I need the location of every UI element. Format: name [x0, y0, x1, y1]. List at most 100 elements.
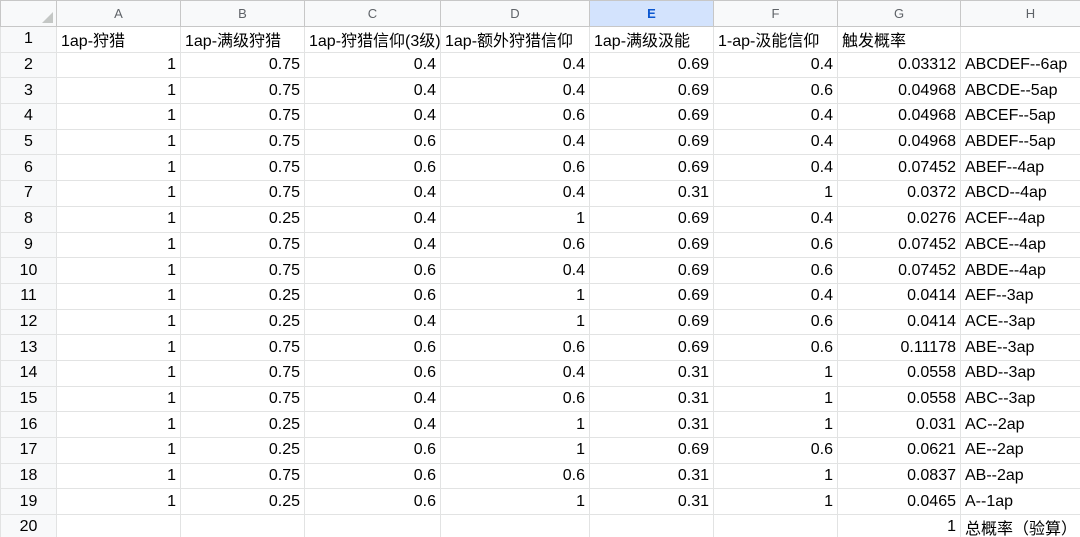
cell-e[interactable]: 0.69 — [589, 128, 714, 156]
cell-e[interactable]: 0.69 — [589, 51, 714, 79]
cell-h[interactable]: AE--2ap — [960, 437, 1080, 464]
cell-g[interactable]: 0.07452 — [837, 154, 961, 182]
cell-h[interactable]: ABE--3ap — [960, 334, 1080, 361]
cell-h[interactable]: AEF--3ap — [960, 282, 1080, 310]
cell-c[interactable]: 0.6 — [304, 488, 441, 516]
cell-d[interactable]: 0.6 — [440, 334, 590, 361]
cell-b[interactable]: 0.25 — [180, 308, 305, 336]
cell-g[interactable]: 0.11178 — [837, 334, 961, 361]
cell-g[interactable]: 0.0414 — [837, 282, 961, 310]
cell-h[interactable]: ACEF--4ap — [960, 205, 1080, 233]
column-header-c[interactable]: C — [304, 0, 441, 27]
cell-h[interactable]: A--1ap — [960, 488, 1080, 516]
cell-g[interactable]: 0.04968 — [837, 128, 961, 156]
cell-f[interactable]: 1 — [713, 180, 838, 207]
cell-g[interactable]: 1 — [837, 514, 961, 537]
cell-d[interactable]: 0.4 — [440, 77, 590, 105]
cell-c[interactable]: 1ap-狩猎信仰(3级) — [304, 26, 441, 53]
cell-a[interactable] — [56, 514, 181, 537]
cell-f[interactable]: 1 — [713, 462, 838, 490]
column-header-h[interactable]: H — [960, 0, 1080, 27]
cell-a[interactable]: 1 — [56, 308, 181, 336]
cell-a[interactable]: 1 — [56, 488, 181, 516]
cell-h[interactable]: ABDE--4ap — [960, 257, 1080, 284]
cell-b[interactable]: 0.25 — [180, 488, 305, 516]
cell-d[interactable]: 1 — [440, 282, 590, 310]
cell-a[interactable]: 1 — [56, 437, 181, 464]
cell-h[interactable]: AC--2ap — [960, 411, 1080, 438]
cell-f[interactable]: 0.4 — [713, 51, 838, 79]
cell-d[interactable] — [440, 514, 590, 537]
cell-g[interactable]: 0.03312 — [837, 51, 961, 79]
cell-b[interactable]: 0.75 — [180, 77, 305, 105]
cell-g[interactable]: 触发概率 — [837, 26, 961, 53]
cell-b[interactable]: 1ap-满级狩猎 — [180, 26, 305, 53]
cell-f[interactable]: 1 — [713, 488, 838, 516]
cell-d[interactable]: 1 — [440, 308, 590, 336]
cell-d[interactable]: 1 — [440, 205, 590, 233]
cell-h[interactable]: ABCDEF--6ap — [960, 51, 1080, 79]
row-header[interactable]: 2 — [0, 51, 57, 79]
cell-c[interactable]: 0.6 — [304, 462, 441, 490]
cell-d[interactable]: 1 — [440, 437, 590, 464]
row-header[interactable]: 19 — [0, 488, 57, 516]
cell-b[interactable]: 0.25 — [180, 437, 305, 464]
cell-g[interactable]: 0.04968 — [837, 77, 961, 105]
cell-h[interactable]: 总概率（验算） — [960, 514, 1080, 537]
cell-a[interactable]: 1 — [56, 128, 181, 156]
cell-c[interactable]: 0.6 — [304, 359, 441, 387]
cell-h[interactable]: AB--2ap — [960, 462, 1080, 490]
cell-d[interactable]: 0.4 — [440, 359, 590, 387]
cell-c[interactable]: 0.6 — [304, 282, 441, 310]
cell-a[interactable]: 1 — [56, 257, 181, 284]
row-header[interactable]: 1 — [0, 26, 57, 53]
cell-a[interactable]: 1 — [56, 385, 181, 413]
cell-h[interactable] — [960, 26, 1080, 53]
cell-g[interactable]: 0.0372 — [837, 180, 961, 207]
cell-c[interactable]: 0.4 — [304, 103, 441, 130]
cell-d[interactable]: 0.4 — [440, 257, 590, 284]
cell-g[interactable]: 0.07452 — [837, 231, 961, 259]
cell-a[interactable]: 1 — [56, 77, 181, 105]
cell-d[interactable]: 0.6 — [440, 385, 590, 413]
cell-e[interactable]: 0.69 — [589, 257, 714, 284]
row-header[interactable]: 6 — [0, 154, 57, 182]
row-header[interactable]: 14 — [0, 359, 57, 387]
cell-h[interactable]: ABDEF--5ap — [960, 128, 1080, 156]
cell-d[interactable]: 1 — [440, 488, 590, 516]
cell-a[interactable]: 1 — [56, 359, 181, 387]
cell-h[interactable]: ACE--3ap — [960, 308, 1080, 336]
cell-b[interactable] — [180, 514, 305, 537]
cell-d[interactable]: 0.6 — [440, 103, 590, 130]
cell-d[interactable]: 0.4 — [440, 180, 590, 207]
cell-b[interactable]: 0.75 — [180, 180, 305, 207]
row-header[interactable]: 4 — [0, 103, 57, 130]
cell-d[interactable]: 0.6 — [440, 462, 590, 490]
cell-c[interactable]: 0.4 — [304, 180, 441, 207]
cell-e[interactable]: 0.31 — [589, 411, 714, 438]
cell-c[interactable]: 0.6 — [304, 334, 441, 361]
cell-b[interactable]: 0.25 — [180, 411, 305, 438]
row-header[interactable]: 15 — [0, 385, 57, 413]
row-header[interactable]: 12 — [0, 308, 57, 336]
cell-b[interactable]: 0.75 — [180, 385, 305, 413]
cell-b[interactable]: 0.75 — [180, 231, 305, 259]
row-header[interactable]: 8 — [0, 205, 57, 233]
cell-e[interactable]: 1ap-满级汲能 — [589, 26, 714, 53]
cell-a[interactable]: 1 — [56, 154, 181, 182]
cell-f[interactable]: 1 — [713, 385, 838, 413]
row-header[interactable]: 7 — [0, 180, 57, 207]
cell-f[interactable]: 1 — [713, 359, 838, 387]
row-header[interactable]: 16 — [0, 411, 57, 438]
cell-e[interactable]: 0.69 — [589, 205, 714, 233]
cell-e[interactable]: 0.69 — [589, 282, 714, 310]
cell-a[interactable]: 1ap-狩猎 — [56, 26, 181, 53]
cell-b[interactable]: 0.75 — [180, 103, 305, 130]
cell-f[interactable]: 0.4 — [713, 128, 838, 156]
cell-d[interactable]: 0.6 — [440, 154, 590, 182]
cell-c[interactable]: 0.4 — [304, 51, 441, 79]
cell-a[interactable]: 1 — [56, 231, 181, 259]
cell-b[interactable]: 0.75 — [180, 359, 305, 387]
cell-h[interactable]: ABCDE--5ap — [960, 77, 1080, 105]
cell-b[interactable]: 0.75 — [180, 51, 305, 79]
